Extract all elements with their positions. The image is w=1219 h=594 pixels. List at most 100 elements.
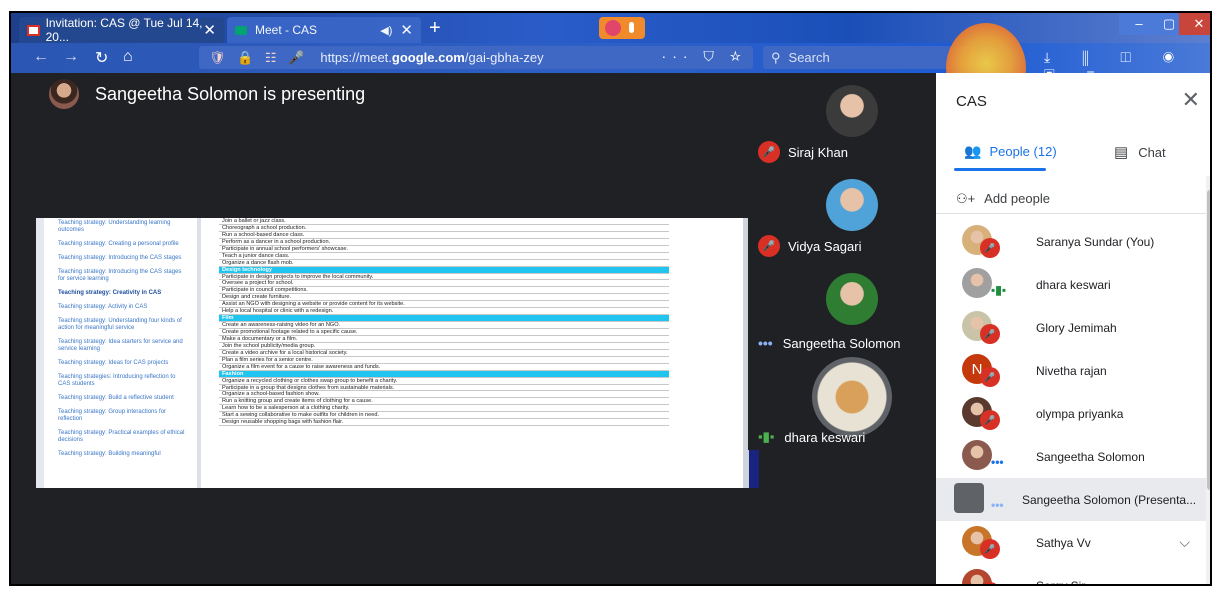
- participant-tiles: 🎤 Siraj Khan 🎤 Vidya Sagari ••• Sangeetha Sol…: [748, 75, 936, 450]
- table-row: Participate in annual school performers'…: [219, 246, 669, 253]
- participant-tile[interactable]: 🎤 Vidya Sagari: [748, 169, 936, 263]
- table-row: Participate in council competitions.: [219, 287, 669, 295]
- doc-sidebar: Teaching strategy: Understanding learnin…: [36, 218, 201, 488]
- participant-tile[interactable]: 🎤 Siraj Khan: [748, 75, 936, 169]
- table-row: Organize a school-based fashion show.: [219, 391, 669, 399]
- tile-name: ▪▮▪ dhara keswari: [758, 429, 865, 445]
- participant-name: Sangeetha Solomon: [1036, 449, 1145, 464]
- participant-tile[interactable]: ••• Sangeetha Solomon: [748, 263, 936, 357]
- home-icon[interactable]: ⌂: [123, 48, 133, 66]
- tab-chat-label: Chat: [1138, 144, 1166, 160]
- people-scrollbar[interactable]: [1206, 176, 1210, 584]
- add-people-label: Add people: [984, 191, 1050, 206]
- table-row: Perform as a dancer in a school producti…: [219, 239, 669, 246]
- table-row: Organize a recycled clothing or clothes …: [219, 378, 669, 385]
- people-panel: CAS ✕ 👥 People (12) ▤ Chat ⚇+ Add people…: [936, 73, 1210, 584]
- doc-sidebar-link[interactable]: Teaching strategy: Introducing the CAS s…: [58, 255, 189, 262]
- divider: [936, 213, 1210, 214]
- list-item[interactable]: N 🎤 Nivetha rajan: [936, 349, 1206, 392]
- doc-sidebar-link[interactable]: Teaching strategy: Introducing the CAS s…: [58, 269, 189, 283]
- tab-invitation[interactable]: Invitation: CAS @ Tue Jul 14, 20... ✕: [19, 16, 224, 44]
- doc-sidebar-link[interactable]: Teaching strategy: Understanding four ki…: [58, 318, 189, 332]
- table-row: Run a school-based dance class.: [219, 232, 669, 239]
- add-person-icon: ⚇+: [956, 191, 976, 206]
- doc-sidebar-link[interactable]: Teaching strategy: Practical examples of…: [58, 430, 189, 444]
- back-icon[interactable]: ←: [33, 48, 49, 66]
- avatar: [962, 440, 992, 470]
- page-actions[interactable]: ··· ⛉ ☆: [662, 48, 747, 65]
- doc-sidebar-link[interactable]: Teaching strategy: Understanding learnin…: [58, 220, 189, 234]
- avatar: [954, 483, 984, 513]
- sound-icon[interactable]: ◀): [380, 24, 392, 37]
- url-bar[interactable]: 🛡 🔒 ☷ 🎤 https://meet. google.com/gai-gbha…: [199, 46, 753, 69]
- avatar: [962, 268, 992, 298]
- panel-title: CAS: [956, 93, 987, 110]
- site-info-icons[interactable]: 🛡 🔒 ☷ 🎤: [209, 50, 308, 66]
- doc-sidebar-link[interactable]: Teaching strategy: Activity in CAS: [58, 304, 189, 311]
- doc-sidebar-link[interactable]: Teaching strategies: Introducing reflect…: [58, 374, 189, 388]
- tab-meet[interactable]: Meet - CAS ◀) ✕: [227, 17, 421, 43]
- mic-off-icon: 🎤: [980, 324, 1000, 344]
- table-row: Join a ballet or jazz class.: [219, 218, 669, 225]
- table-row: Choreograph a school production.: [219, 225, 669, 232]
- tile-name: 🎤 Siraj Khan: [758, 141, 848, 163]
- url-path: /gai-gbha-zey: [464, 50, 544, 65]
- doc-sidebar-link[interactable]: Teaching strategy: Group interactions fo…: [58, 409, 189, 423]
- table-row: Create promotional footage related to a …: [219, 329, 669, 336]
- presenter-header: Sangeetha Solomon is presenting: [49, 79, 365, 109]
- list-item[interactable]: ••• Sangeetha Solomon (Presenta...: [936, 478, 1206, 521]
- list-item[interactable]: 🎤 Saranya Sundar (You): [936, 220, 1206, 263]
- forward-icon[interactable]: →: [63, 48, 79, 66]
- doc-sidebar-link[interactable]: Teaching strategy: Build a reflective st…: [58, 395, 189, 402]
- tile-name-label: Sangeetha Solomon: [782, 335, 901, 351]
- search-input[interactable]: ⚲ Search: [763, 46, 975, 69]
- tile-name-label: Siraj Khan: [788, 144, 848, 160]
- list-item[interactable]: ••• Sangeetha Solomon: [936, 435, 1206, 478]
- tab-invitation-label: Invitation: CAS @ Tue Jul 14, 20...: [45, 16, 203, 44]
- tab-close-icon[interactable]: ✕: [400, 21, 413, 39]
- tab-chat[interactable]: ▤ Chat: [1114, 143, 1166, 161]
- participant-name: Saranya Sundar (You): [1036, 234, 1155, 249]
- tab-people-label: People (12): [989, 144, 1057, 159]
- tab-people[interactable]: 👥 People (12): [964, 143, 1057, 160]
- reload-icon[interactable]: ↻: [95, 48, 108, 68]
- participant-tile[interactable]: ▪▮▪ dhara keswari: [748, 357, 936, 451]
- new-tab-button[interactable]: +: [429, 17, 441, 40]
- tab-close-icon[interactable]: ✕: [203, 21, 216, 39]
- tile-name: 🎤 Vidya Sagari: [758, 235, 861, 257]
- speaking-icon: ▪▮▪: [991, 283, 1007, 297]
- close-icon[interactable]: ✕: [1182, 87, 1200, 113]
- mic-off-icon: 🎤: [980, 367, 1000, 387]
- doc-sidebar-link[interactable]: Teaching strategy: Building meaningful: [58, 451, 189, 458]
- url-domain: google.com: [391, 50, 465, 65]
- add-people-button[interactable]: ⚇+ Add people: [956, 191, 1050, 207]
- url-prefix: https://meet.: [320, 50, 392, 65]
- list-item[interactable]: 🎤 Glory Jemimah: [936, 306, 1206, 349]
- meet-icon: [235, 25, 247, 35]
- speaking-icon: ▪▮▪: [758, 429, 775, 444]
- list-item[interactable]: 🎤Sergy Sir: [936, 564, 1206, 584]
- participant-name: Sangeetha Solomon (Presenta...: [1022, 492, 1197, 507]
- tab-meet-label: Meet - CAS: [255, 23, 318, 37]
- doc-sidebar-link[interactable]: Teaching strategy: Idea starters for ser…: [58, 339, 189, 353]
- table-row: Create an awareness-raising video for an…: [219, 322, 669, 329]
- participant-name: dhara keswari: [1036, 277, 1111, 292]
- participant-name: Glory Jemimah: [1036, 320, 1117, 335]
- sharing-indicator-icon[interactable]: [599, 17, 645, 39]
- table-section-header: Fashion: [219, 370, 669, 378]
- tile-name-label: Vidya Sagari: [788, 238, 862, 254]
- list-item[interactable]: 🎤 olympa priyanka: [936, 392, 1206, 435]
- doc-sidebar-link[interactable]: Teaching strategy: Creating a personal p…: [58, 241, 189, 248]
- doc-sidebar-link[interactable]: Teaching strategy: Creativity in CAS: [58, 290, 189, 297]
- table-row: Teach a junior dance class.: [219, 253, 669, 260]
- list-item[interactable]: ▪▮▪ dhara keswari: [936, 263, 1206, 306]
- window-close-button[interactable]: ✕: [1179, 13, 1210, 35]
- table-row: Plan a film series for a senior centre.: [219, 357, 669, 364]
- presenting-title: Sangeetha Solomon is presenting: [95, 83, 366, 104]
- chevron-down-icon[interactable]: ⌵: [1179, 534, 1190, 551]
- shared-screen: Teaching strategy: Understanding learnin…: [36, 218, 749, 488]
- mic-off-icon: 🎤: [980, 238, 1000, 258]
- browser-tab-bar: Invitation: CAS @ Tue Jul 14, 20... ✕ Me…: [11, 13, 1210, 44]
- doc-sidebar-link[interactable]: Teaching strategy: Ideas for CAS project…: [58, 360, 189, 367]
- list-item[interactable]: 🎤 Sathya Vv ⌵: [936, 521, 1206, 564]
